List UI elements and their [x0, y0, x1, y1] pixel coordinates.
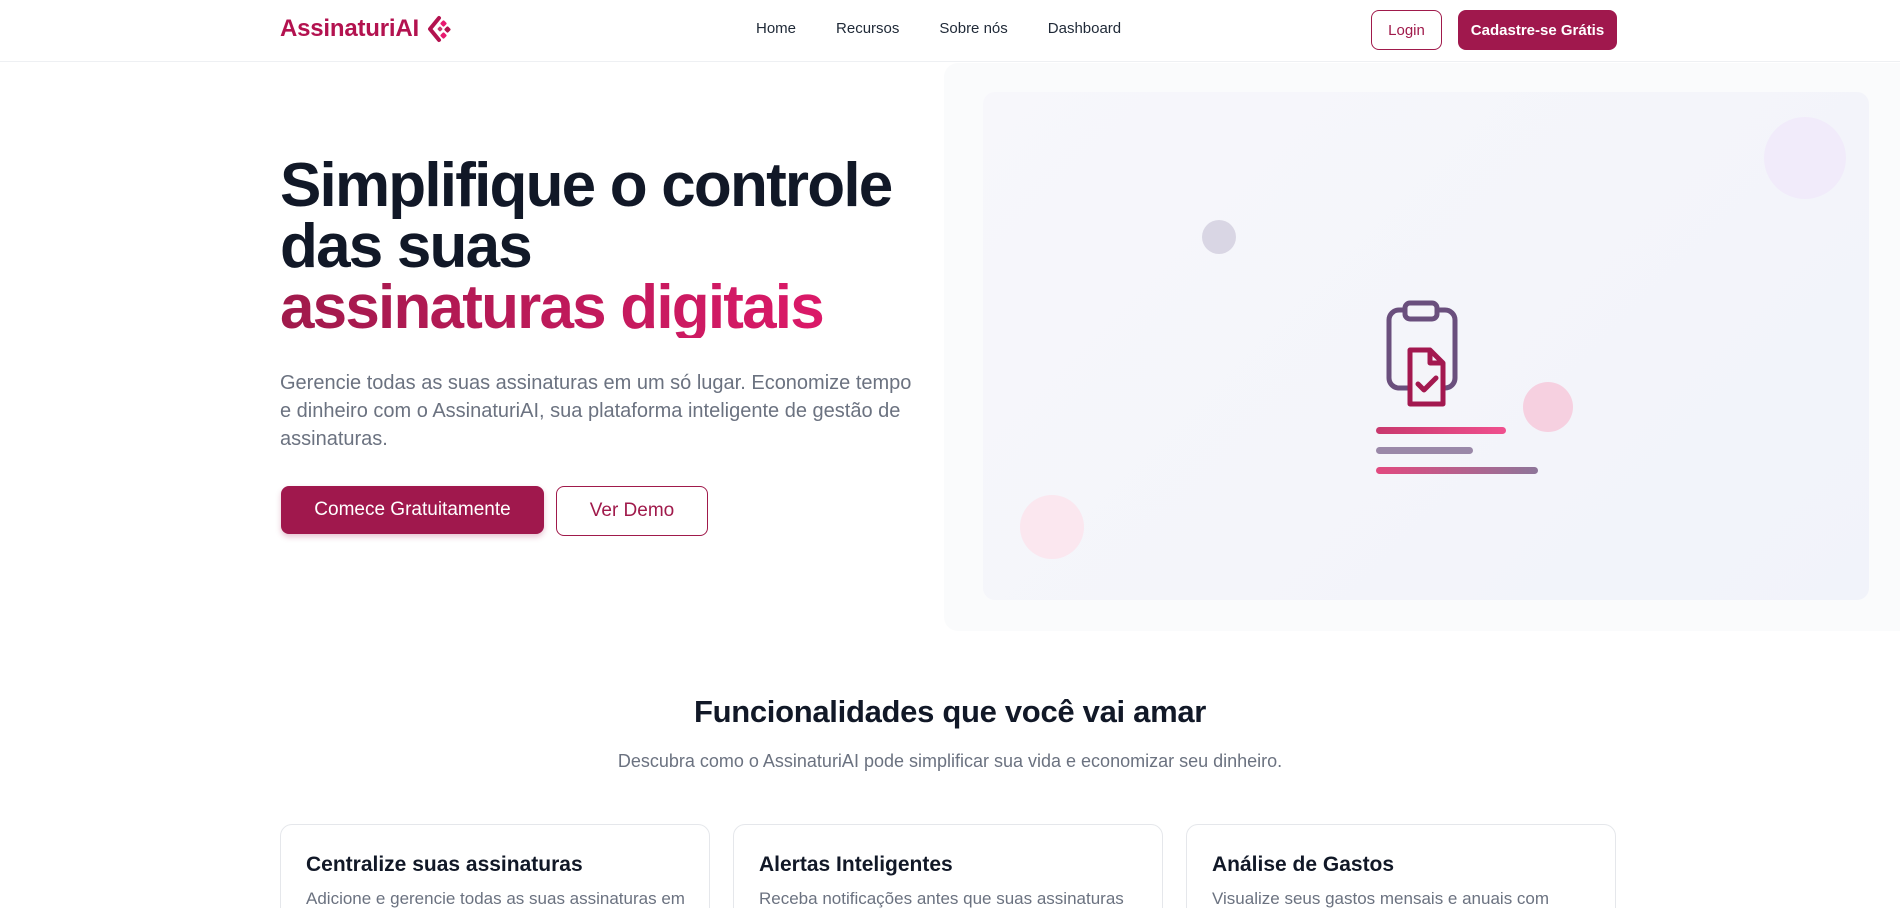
illustration-bar [1376, 447, 1473, 454]
top-navbar: AssinaturiAI Home Recursos Sobre nós Das… [0, 0, 1900, 62]
clipboard-document-check-icon [1386, 300, 1458, 407]
signup-button[interactable]: Cadastre-se Grátis [1458, 10, 1617, 50]
illustration-bar [1376, 467, 1538, 474]
feature-card-title: Análise de Gastos [1212, 853, 1395, 876]
decorative-circle [1764, 117, 1846, 199]
feature-card-alerts: Alertas Inteligentes Receba notificações… [733, 824, 1163, 908]
nav-link-recursos[interactable]: Recursos [836, 20, 899, 37]
login-button[interactable]: Login [1371, 10, 1442, 50]
illustration-bar [1376, 427, 1506, 434]
feature-card-text: Adicione e gerencie todas as suas assina… [306, 889, 685, 908]
brand-name: AssinaturiAI [280, 15, 419, 42]
features-subtitle: Descubra como o AssinaturiAI pode simpli… [617, 751, 1283, 771]
hero-subtitle: Gerencie todas as suas assinaturas em um… [280, 372, 912, 450]
brand-logo-link[interactable]: AssinaturiAI [280, 14, 455, 44]
feature-card-title: Centralize suas assinaturas [306, 853, 583, 876]
feature-card-centralize: Centralize suas assinaturas Adicione e g… [280, 824, 710, 908]
hero-title-line-1: Simplifique o controle [280, 151, 893, 220]
start-free-button[interactable]: Comece Gratuitamente [281, 486, 544, 534]
nav-link-dashboard[interactable]: Dashboard [1048, 20, 1121, 37]
feature-card-text: Visualize seus gastos mensais e anuais c… [1212, 889, 1550, 908]
hero-title: Simplifique o controle das suas assinatu… [280, 151, 940, 339]
feature-card-text: Receba notificações antes que suas assin… [759, 889, 1124, 908]
hero-title-accent: assinaturas digitais [280, 277, 940, 339]
nav-link-sobre-nos[interactable]: Sobre nós [939, 20, 1007, 37]
decorative-circle [1020, 495, 1084, 559]
nav-link-home[interactable]: Home [756, 20, 796, 37]
feature-card-title: Alertas Inteligentes [759, 853, 953, 876]
features-title: Funcionalidades que você vai amar [693, 694, 1207, 729]
view-demo-button[interactable]: Ver Demo [556, 486, 708, 536]
hero-title-line-2: das suas [280, 212, 533, 281]
decorative-circle [1523, 382, 1573, 432]
feature-card-spending: Análise de Gastos Visualize seus gastos … [1186, 824, 1616, 908]
brand-logo-icon [427, 16, 451, 42]
main-nav: Home Recursos Sobre nós Dashboard [756, 20, 1121, 37]
decorative-circle [1202, 220, 1236, 254]
